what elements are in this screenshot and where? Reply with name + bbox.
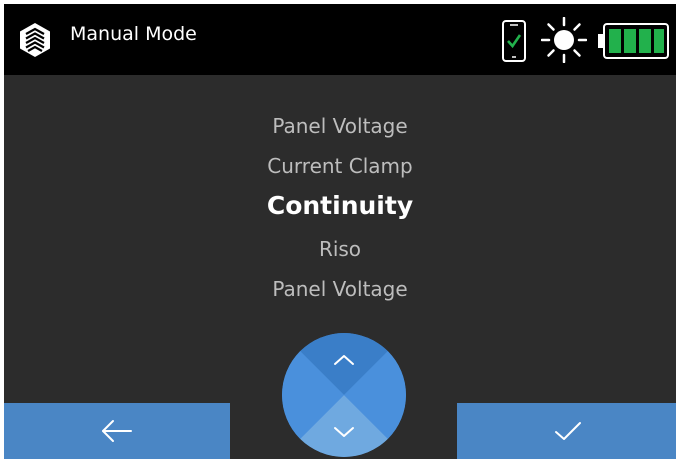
scroll-down-button[interactable] bbox=[313, 403, 375, 449]
arrow-left-icon bbox=[102, 420, 132, 442]
mode-item-selected[interactable]: Continuity bbox=[4, 190, 676, 222]
brightness-icon bbox=[541, 17, 587, 63]
device-screen: Manual Mode Panel Voltage Current Clamp … bbox=[4, 4, 676, 459]
scroll-up-button[interactable] bbox=[313, 341, 375, 387]
check-icon bbox=[555, 422, 581, 440]
page-title: Manual Mode bbox=[70, 23, 197, 45]
back-button[interactable] bbox=[4, 403, 230, 459]
battery-full-icon bbox=[598, 23, 669, 59]
mode-item[interactable]: Panel Voltage bbox=[4, 112, 676, 140]
mode-item[interactable]: Riso bbox=[4, 235, 676, 263]
app-logo-icon bbox=[20, 23, 50, 57]
confirm-button[interactable] bbox=[457, 403, 676, 459]
status-bar: Manual Mode bbox=[4, 4, 676, 75]
phone-connected-icon bbox=[502, 20, 526, 62]
scroll-dial[interactable] bbox=[282, 333, 406, 457]
mode-item[interactable]: Current Clamp bbox=[4, 152, 676, 180]
mode-item[interactable]: Panel Voltage bbox=[4, 275, 676, 303]
